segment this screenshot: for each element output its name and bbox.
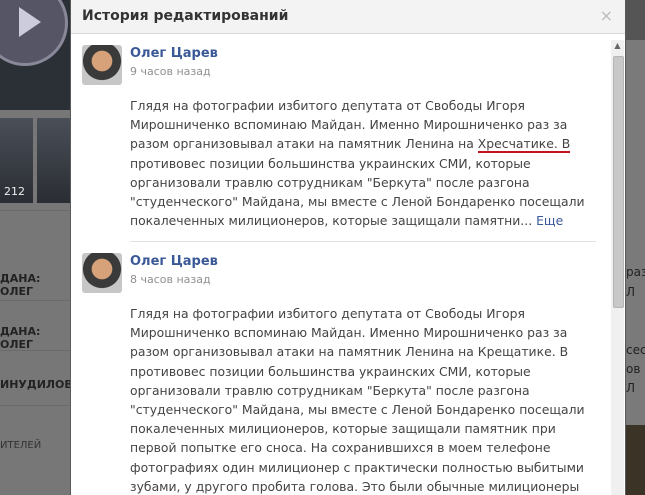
post-text: Глядя на фотографии избитого депутата от… (130, 306, 585, 494)
background-photo (625, 425, 645, 495)
author-name-link[interactable]: Олег Царев (130, 254, 218, 269)
dialog-body[interactable]: Олег Царев 9 часов назад Глядя на фотогр… (71, 34, 625, 495)
timestamp[interactable]: 9 часов назад (130, 65, 211, 78)
dialog-header: История редактирований × (71, 0, 625, 34)
dialog-title: История редактирований (82, 8, 289, 24)
background-post-label: ДАНА: ОЛЕГ (0, 272, 41, 298)
author-name-link[interactable]: Олег Царев (130, 46, 218, 61)
edit-history-dialog: История редактирований × Олег Царев 9 ча… (70, 0, 626, 495)
background-post-label: ДАНА: ОЛЕГ (0, 325, 41, 351)
timestamp[interactable]: 8 часов назад (130, 273, 211, 286)
photo-count: 212 (4, 185, 25, 198)
scrollbar-thumb[interactable] (613, 56, 624, 308)
background-text: сесл (626, 343, 645, 357)
play-icon (0, 0, 68, 66)
background-thumb (625, 0, 645, 40)
post-text: Глядя на фотографии избитого депутата от… (130, 96, 596, 230)
background-text: Л (626, 285, 636, 299)
background-photo (37, 118, 70, 203)
scrollbar[interactable]: ▲ (611, 40, 624, 495)
divider (0, 350, 70, 351)
see-more-link[interactable]: Еще (536, 213, 563, 228)
divider (0, 405, 70, 406)
close-icon[interactable]: × (600, 6, 613, 25)
background-section-label: ИТЕЛЕЙ (0, 440, 42, 451)
divider (0, 300, 70, 301)
entry-divider (130, 241, 596, 242)
avatar[interactable] (82, 253, 122, 293)
background-text: ов (626, 362, 641, 376)
highlighted-edit: Хресчатике. В (477, 136, 571, 154)
background-text: Л (626, 381, 636, 395)
post-text-part: противовес позиции большинства украински… (130, 155, 585, 229)
background-right-column (623, 0, 645, 495)
scroll-up-icon[interactable]: ▲ (611, 40, 624, 52)
background-text: раз (626, 265, 645, 279)
avatar[interactable] (82, 45, 122, 85)
background-video-thumb (0, 0, 70, 110)
divider (0, 210, 70, 211)
background-post-label: ИНУДИЛОВ (0, 378, 73, 391)
